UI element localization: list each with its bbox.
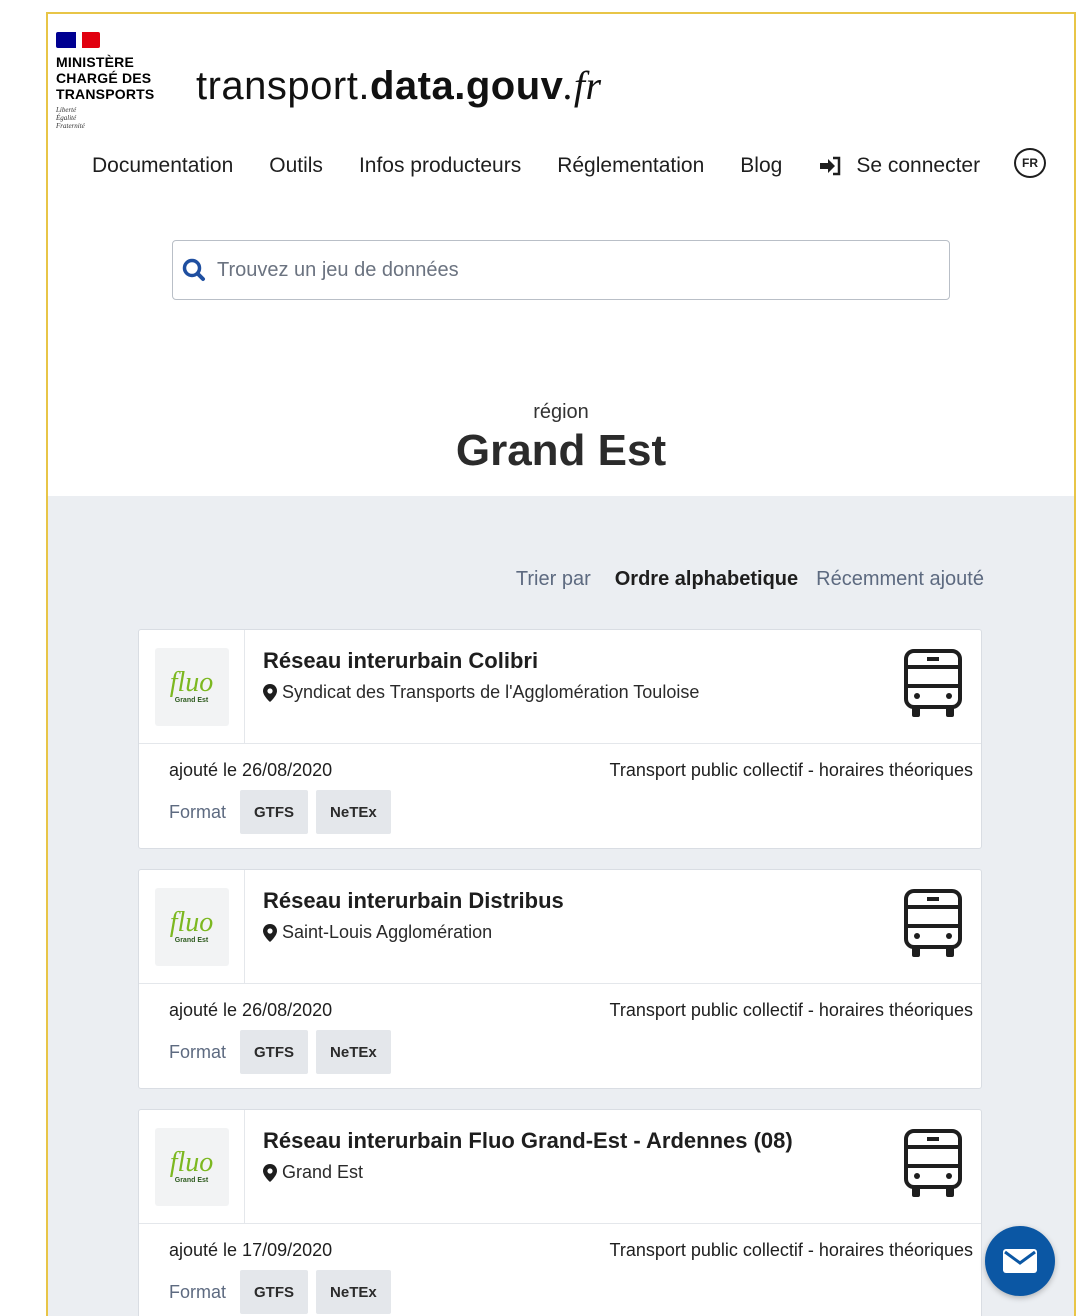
dataset-type: Transport public collectif - horaires th… [609, 1000, 974, 1020]
nav-documentation[interactable]: Documentation [92, 154, 233, 178]
login-arrow-icon [820, 156, 841, 176]
search-box [172, 240, 950, 300]
ministry-name: MINISTÈRE CHARGÉ DES TRANSPORTS [56, 54, 155, 102]
dataset-logo: fluo Grand Est [154, 888, 229, 966]
envelope-icon [1003, 1249, 1037, 1273]
format-label: Format [169, 1041, 227, 1062]
bus-icon [904, 1129, 962, 1197]
nav-reglementation[interactable]: Réglementation [557, 154, 704, 178]
dataset-formats: Format GTFS NeTEx [169, 790, 399, 834]
main-nav: Documentation Outils Infos producteurs R… [92, 154, 1014, 178]
login-label: Se connecter [856, 154, 981, 177]
format-label: Format [169, 1281, 227, 1302]
sort-recent[interactable]: Récemment ajouté [816, 568, 984, 591]
dataset-type: Transport public collectif - horaires th… [609, 1240, 974, 1260]
dataset-formats: Format GTFS NeTEx [169, 1270, 399, 1314]
search-icon [182, 258, 205, 281]
page-title: Grand Est [455, 426, 667, 475]
search-input[interactable] [217, 258, 917, 282]
nav-outils[interactable]: Outils [269, 154, 323, 178]
dataset-formats: Format GTFS NeTEx [169, 1030, 399, 1074]
sort-alphabetical[interactable]: Ordre alphabetique [615, 568, 798, 591]
dataset-place: Syndicat des Transports de l'Agglomérati… [263, 682, 699, 703]
format-badge-netex: NeTEx [316, 1270, 391, 1314]
dataset-added-date: ajouté le 26/08/2020 [169, 760, 333, 780]
bus-icon [904, 889, 962, 957]
dataset-logo: fluo Grand Est [154, 1128, 229, 1206]
format-badge-gtfs: GTFS [240, 1030, 309, 1074]
dataset-title[interactable]: Réseau interurbain Colibri [263, 648, 538, 674]
site-title[interactable]: transport.data.gouv.fr [196, 62, 602, 109]
region-kind: région [533, 401, 589, 423]
dataset-logo: fluo Grand Est [154, 648, 229, 726]
dataset-type: Transport public collectif - horaires th… [609, 760, 974, 780]
datasets-section: Trier par Ordre alphabetique Récemment a… [48, 496, 1074, 1316]
dataset-added-date: ajouté le 17/09/2020 [169, 1240, 333, 1260]
dataset-card[interactable]: fluo Grand Est Réseau interurbain Distri… [138, 869, 982, 1089]
dataset-place: Grand Est [263, 1162, 363, 1183]
dataset-title[interactable]: Réseau interurbain Distribus [263, 888, 564, 914]
bus-icon [904, 649, 962, 717]
format-badge-netex: NeTEx [316, 790, 391, 834]
nav-blog[interactable]: Blog [740, 154, 782, 178]
login-link[interactable]: Se connecter [818, 154, 980, 178]
format-badge-netex: NeTEx [316, 1030, 391, 1074]
nav-infos-producteurs[interactable]: Infos producteurs [359, 154, 521, 178]
dataset-title[interactable]: Réseau interurbain Fluo Grand-Est - Arde… [263, 1128, 793, 1154]
republic-motto: Liberté Égalité Fraternité [56, 106, 85, 130]
map-pin-icon [263, 683, 277, 702]
page-frame: MINISTÈRE CHARGÉ DES TRANSPORTS Liberté … [46, 12, 1076, 1316]
language-selector[interactable]: FR [1014, 148, 1046, 178]
contact-button[interactable] [985, 1226, 1055, 1296]
dataset-place: Saint-Louis Agglomération [263, 922, 492, 943]
format-badge-gtfs: GTFS [240, 1270, 309, 1314]
dataset-added-date: ajouté le 26/08/2020 [169, 1000, 333, 1020]
map-pin-icon [263, 1163, 277, 1182]
dataset-card[interactable]: fluo Grand Est Réseau interurbain Fluo G… [138, 1109, 982, 1316]
ministry-logo[interactable]: MINISTÈRE CHARGÉ DES TRANSPORTS Liberté … [56, 32, 176, 130]
dataset-card[interactable]: fluo Grand Est Réseau interurbain Colibr… [138, 629, 982, 849]
french-flag-icon [56, 32, 100, 48]
map-pin-icon [263, 923, 277, 942]
sort-label: Trier par [515, 568, 591, 590]
format-label: Format [169, 801, 227, 822]
format-badge-gtfs: GTFS [240, 790, 309, 834]
sort-bar: Trier par Ordre alphabetique Récemment a… [516, 568, 984, 591]
